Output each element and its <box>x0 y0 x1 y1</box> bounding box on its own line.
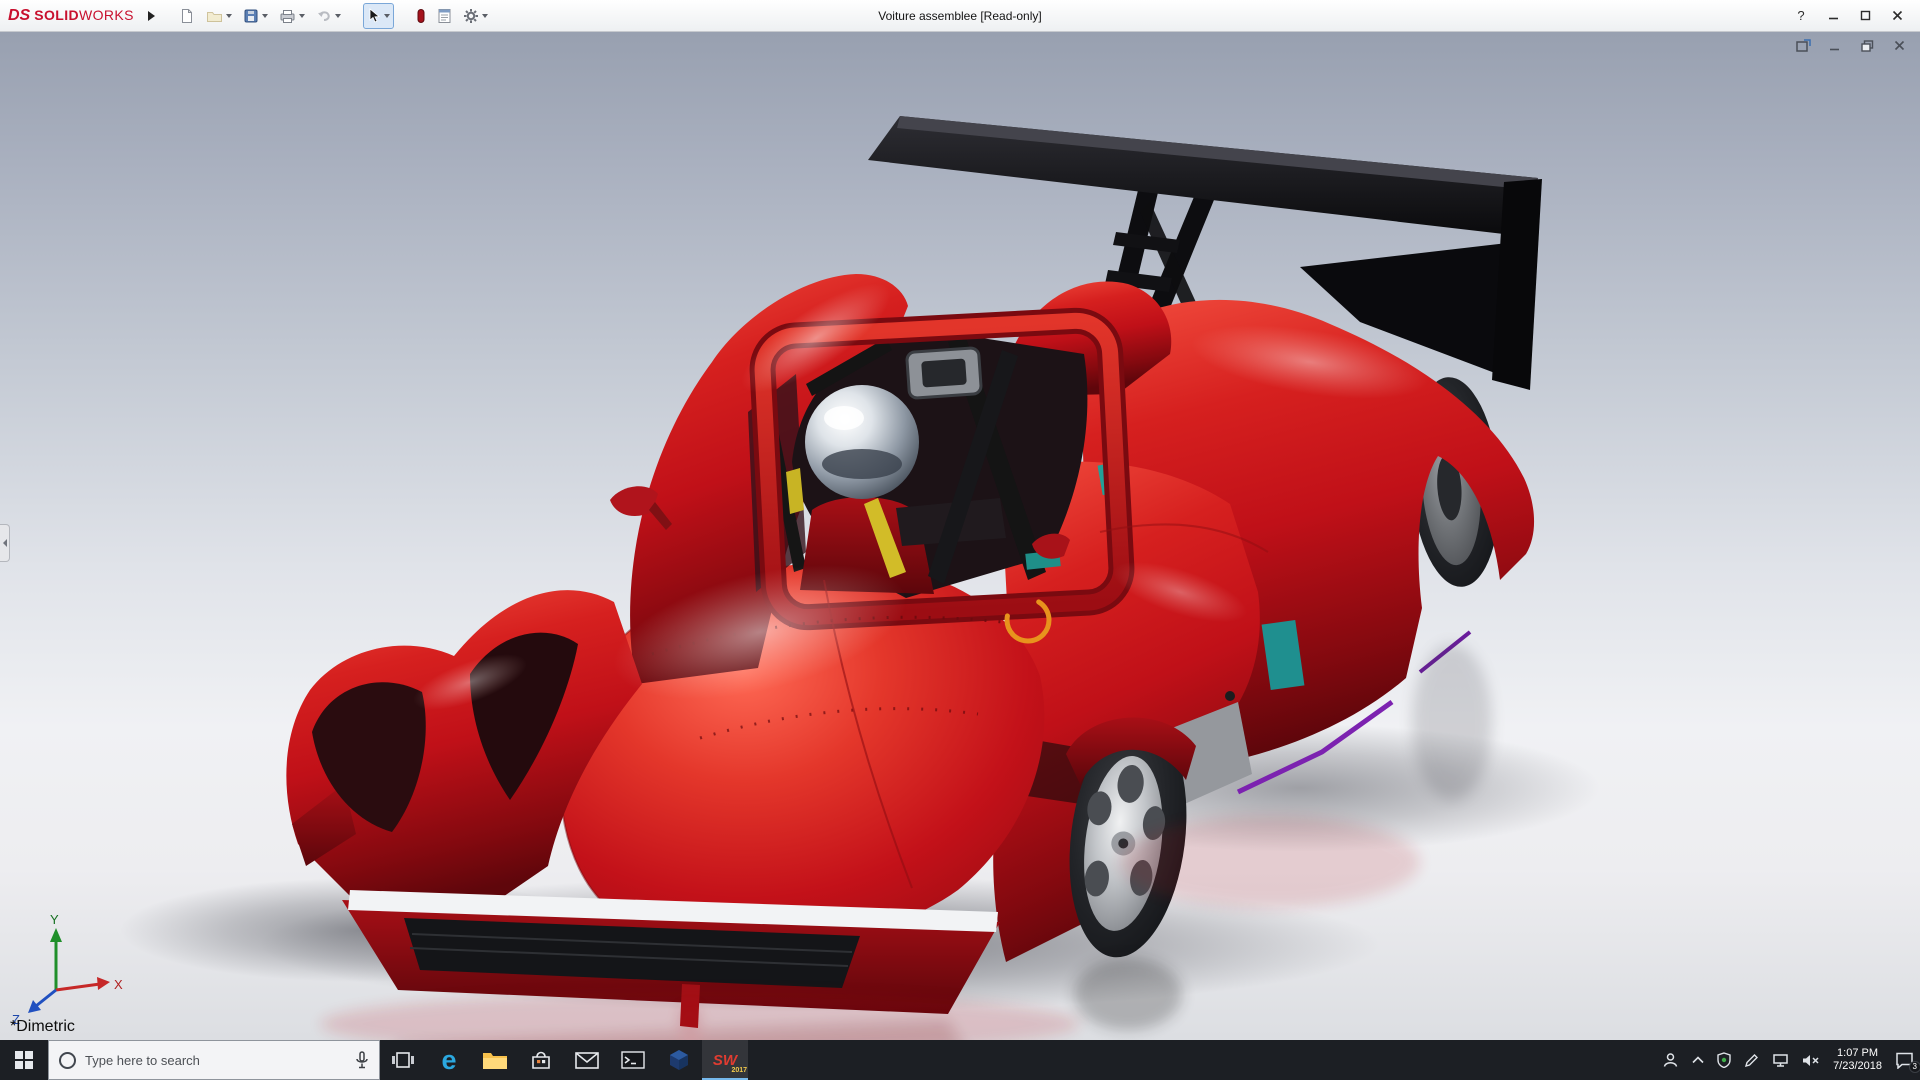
system-tray: 1:07 PM 7/23/2018 3 <box>1662 1040 1920 1080</box>
people-button[interactable] <box>1662 1052 1679 1068</box>
microphone-icon[interactable] <box>355 1051 369 1069</box>
window-title: Voiture assemblee [Read-only] <box>878 8 1042 23</box>
print-button[interactable] <box>275 3 309 29</box>
triad-x-label: X <box>114 977 123 992</box>
view-orientation-label: *Dimetric <box>10 1018 75 1035</box>
people-icon <box>1663 1053 1678 1067</box>
app-titlebar: DS SOLID WORKS Voiture assemblee [Read-o… <box>0 0 1920 32</box>
maximize-icon <box>1860 10 1870 21</box>
file-explorer-icon <box>483 1053 507 1069</box>
store-button[interactable] <box>518 1040 564 1080</box>
open-dropdown-caret[interactable] <box>225 13 232 18</box>
volume-muted-icon <box>1803 1054 1819 1066</box>
task-view-icon <box>392 1052 414 1068</box>
red-capsule-icon <box>417 8 425 23</box>
cad-viewer-button[interactable] <box>656 1040 702 1080</box>
race-car-scene: Y X Z <box>12 116 1600 1040</box>
open-document-button[interactable] <box>202 3 236 29</box>
start-button[interactable] <box>0 1040 48 1080</box>
doc-close-button[interactable] <box>1890 38 1908 53</box>
edge-browser-button[interactable]: e <box>426 1040 472 1080</box>
menu-flyout-arrow-icon[interactable] <box>147 10 155 21</box>
ds-logo-icon: DS <box>8 6 31 24</box>
solidworks-logo[interactable]: DS SOLID WORKS <box>8 7 134 25</box>
mail-button[interactable] <box>564 1040 610 1080</box>
tray-expand-button[interactable] <box>1692 1056 1704 1064</box>
security-button[interactable] <box>1717 1052 1731 1068</box>
float-window-icon <box>1795 39 1811 52</box>
action-center-button[interactable]: 3 <box>1895 1052 1920 1073</box>
brand-works: WORKS <box>79 6 134 23</box>
options-button[interactable] <box>459 3 492 29</box>
brand-solid: SOLID <box>34 6 80 23</box>
doc-float-button[interactable] <box>1794 38 1812 53</box>
mail-icon <box>575 1051 599 1069</box>
close-button[interactable] <box>1882 4 1912 28</box>
select-tool-button[interactable] <box>362 2 394 29</box>
orientation-triad: Y X Z <box>12 912 123 1027</box>
pen-settings-button[interactable] <box>1744 1053 1759 1068</box>
form-sheet-icon <box>438 8 451 23</box>
open-folder-icon <box>206 11 222 22</box>
cad-cube-icon <box>670 1050 688 1070</box>
printer-icon <box>280 9 295 23</box>
doc-restore-button[interactable] <box>1858 38 1876 53</box>
task-view-button[interactable] <box>380 1040 426 1080</box>
save-button[interactable] <box>239 3 272 29</box>
windows-logo-icon <box>15 1051 33 1069</box>
doc-minimize-button[interactable] <box>1826 38 1844 53</box>
pen-icon <box>1745 1053 1759 1067</box>
new-document-button[interactable] <box>175 3 199 29</box>
triad-y-label: Y <box>50 912 59 927</box>
clock-date: 7/23/2018 <box>1833 1060 1882 1072</box>
window-controls: ? <box>1786 4 1912 28</box>
help-button[interactable]: ? <box>1786 4 1816 28</box>
store-bag-icon <box>532 1051 550 1069</box>
network-ethernet-icon <box>1773 1053 1788 1067</box>
properties-form-button[interactable] <box>433 3 456 29</box>
undo-button[interactable] <box>312 3 345 29</box>
save-floppy-icon <box>244 9 258 22</box>
maximize-button[interactable] <box>1850 4 1880 28</box>
save-dropdown-caret[interactable] <box>261 13 268 18</box>
solidworks-app-icon: SW 2017 <box>712 1051 748 1074</box>
document-window-controls <box>1794 38 1908 53</box>
windows-taskbar: Type here to search e SW 2017 1:07 PM 7/2… <box>0 1040 1920 1080</box>
notification-badge: 3 <box>1908 1060 1920 1073</box>
new-document-icon <box>181 8 192 23</box>
volume-button[interactable] <box>1802 1053 1820 1068</box>
minimize-icon <box>1828 17 1838 20</box>
gear-icon <box>463 8 478 23</box>
panel-collapse-tab[interactable] <box>0 524 10 562</box>
clock-time: 1:07 PM <box>1837 1047 1879 1059</box>
edge-icon: e <box>441 1044 457 1075</box>
camera-pod <box>905 346 983 400</box>
3d-viewport[interactable]: Y X Z *Dimetric <box>0 32 1920 1040</box>
solidworks-app-button[interactable]: SW 2017 <box>702 1040 748 1080</box>
select-dropdown-caret[interactable] <box>383 13 390 18</box>
taskbar-clock[interactable]: 1:07 PM 7/23/2018 <box>1833 1047 1882 1073</box>
undo-arrow-icon <box>317 10 330 21</box>
print-dropdown-caret[interactable] <box>298 13 305 18</box>
defender-shield-icon <box>1717 1052 1731 1068</box>
options-dropdown-caret[interactable] <box>481 13 488 18</box>
select-cursor-icon <box>369 7 380 23</box>
search-placeholder: Type here to search <box>85 1052 200 1068</box>
cortana-icon <box>59 1051 76 1069</box>
console-icon <box>621 1051 645 1069</box>
console-button[interactable] <box>610 1040 656 1080</box>
doc-close-icon <box>1894 40 1904 51</box>
file-explorer-button[interactable] <box>472 1040 518 1080</box>
close-icon <box>1892 10 1902 21</box>
taskbar-search-input[interactable]: Type here to search <box>48 1040 380 1080</box>
doc-minimize-icon <box>1830 48 1839 50</box>
undo-dropdown-caret[interactable] <box>334 13 341 18</box>
xpress-tools-button[interactable] <box>412 3 430 29</box>
chevron-up-icon <box>1692 1056 1704 1064</box>
doc-restore-icon <box>1860 39 1873 52</box>
quick-access-toolbar <box>175 2 492 29</box>
minimize-button[interactable] <box>1818 4 1848 28</box>
network-button[interactable] <box>1772 1053 1789 1068</box>
